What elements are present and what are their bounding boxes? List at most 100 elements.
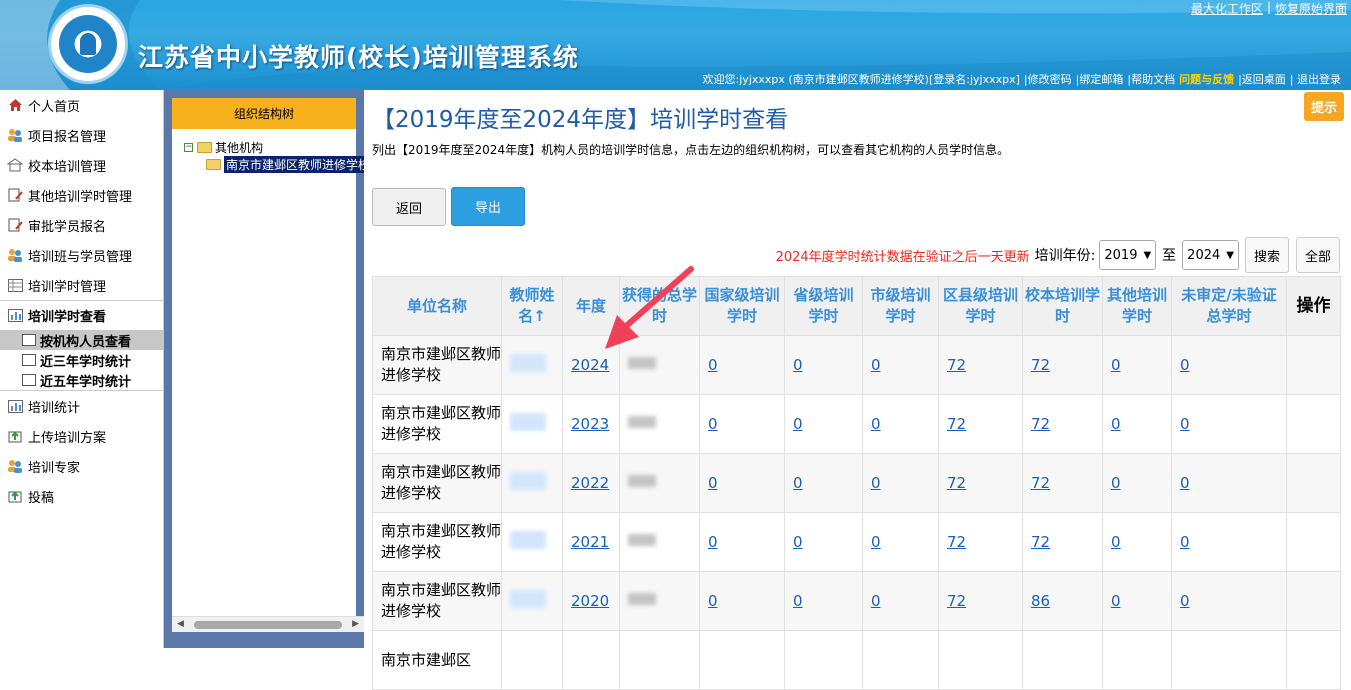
unverified-hours-link[interactable]: 0: [1180, 533, 1190, 551]
sidebar-item-submit[interactable]: 投稿: [0, 481, 163, 511]
other-hours-link[interactable]: 0: [1111, 474, 1121, 492]
sidebar-item-class-student[interactable]: 培训班与学员管理: [0, 240, 163, 270]
sidebar-item-home[interactable]: 个人首页: [0, 90, 163, 120]
sidebar-item-upload-plan[interactable]: 上传培训方案: [0, 421, 163, 451]
other-hours-link[interactable]: 0: [1111, 415, 1121, 433]
return-desktop-link[interactable]: |返回桌面: [1236, 71, 1288, 87]
district-hours-link[interactable]: 72: [947, 356, 966, 374]
chevron-down-icon: ▼: [1143, 249, 1152, 261]
redacted-name: [510, 590, 546, 608]
year-link[interactable]: 2022: [571, 474, 609, 492]
scrollbar-thumb[interactable]: [194, 621, 342, 629]
provincial-hours-link[interactable]: 0: [793, 533, 803, 551]
district-hours-link[interactable]: 72: [947, 415, 966, 433]
col-unverified[interactable]: 未审定/未验证总学时: [1171, 276, 1287, 336]
logout-link[interactable]: | 退出登录: [1288, 71, 1343, 87]
system-logo: [48, 4, 128, 84]
cell-teacher-name: [501, 394, 563, 454]
scroll-left-icon[interactable]: ◀: [177, 619, 184, 629]
school-hours-link[interactable]: 72: [1031, 356, 1050, 374]
users-icon: [7, 127, 23, 143]
search-button[interactable]: 搜索: [1244, 237, 1289, 273]
sidebar-item-approve-signup[interactable]: 审批学员报名: [0, 210, 163, 240]
sidebar-item-other-hours[interactable]: 其他培训学时管理: [0, 180, 163, 210]
unverified-hours-link[interactable]: 0: [1180, 592, 1190, 610]
back-button[interactable]: 返回: [372, 188, 446, 226]
provincial-hours-link[interactable]: 0: [793, 474, 803, 492]
provincial-hours-link[interactable]: 0: [793, 592, 803, 610]
sidebar-subitem-five-years[interactable]: 近五年学时统计: [0, 370, 163, 390]
change-password-link[interactable]: |修改密码: [1022, 71, 1074, 87]
national-hours-link[interactable]: 0: [708, 415, 718, 433]
sidebar-item-experts[interactable]: 培训专家: [0, 451, 163, 481]
national-hours-link[interactable]: 0: [708, 533, 718, 551]
col-provincial[interactable]: 省级培训学时: [784, 276, 863, 336]
col-city[interactable]: 市级培训学时: [862, 276, 939, 336]
cell-actions: [1286, 394, 1341, 454]
year-to-select[interactable]: 2024 ▼: [1182, 240, 1239, 270]
district-hours-link[interactable]: 72: [947, 474, 966, 492]
col-school[interactable]: 校本培训学时: [1022, 276, 1103, 336]
other-hours-link[interactable]: 0: [1111, 356, 1121, 374]
tree-horizontal-scrollbar[interactable]: ◀ ▶: [172, 616, 364, 632]
year-link[interactable]: 2023: [571, 415, 609, 433]
col-unit[interactable]: 单位名称: [372, 276, 502, 336]
city-hours-link[interactable]: 0: [871, 533, 881, 551]
other-hours-link[interactable]: 0: [1111, 533, 1121, 551]
national-hours-link[interactable]: 0: [708, 356, 718, 374]
maximize-workspace-link[interactable]: 最大化工作区: [1187, 0, 1267, 17]
sidebar-item-hours-management[interactable]: 培训学时管理: [0, 270, 163, 300]
school-hours-link[interactable]: 86: [1031, 592, 1050, 610]
sidebar-item-school-training[interactable]: 校本培训管理: [0, 150, 163, 180]
cell-school: 72: [1022, 453, 1103, 513]
upload-icon: [7, 488, 23, 504]
col-national[interactable]: 国家级培训学时: [699, 276, 785, 336]
school-hours-link[interactable]: 72: [1031, 415, 1050, 433]
city-hours-link[interactable]: 0: [871, 415, 881, 433]
sidebar-subitem-label: 近五年学时统计: [40, 374, 132, 390]
tree-node-root[interactable]: − 其他机构: [184, 139, 263, 156]
unverified-hours-link[interactable]: 0: [1180, 356, 1190, 374]
redacted-total: [628, 593, 656, 605]
national-hours-link[interactable]: 0: [708, 592, 718, 610]
year-link[interactable]: 2021: [571, 533, 609, 551]
city-hours-link[interactable]: 0: [871, 356, 881, 374]
all-button[interactable]: 全部: [1295, 237, 1340, 273]
district-hours-link[interactable]: 72: [947, 592, 966, 610]
school-hours-link[interactable]: 72: [1031, 474, 1050, 492]
school-hours-link[interactable]: 72: [1031, 533, 1050, 551]
col-teacher-name[interactable]: 教师姓名↑: [501, 276, 563, 336]
city-hours-link[interactable]: 0: [871, 474, 881, 492]
national-hours-link[interactable]: 0: [708, 474, 718, 492]
cell-city: 0: [862, 335, 939, 395]
col-district[interactable]: 区县级培训学时: [938, 276, 1023, 336]
sidebar-group-hours-view[interactable]: 培训学时查看: [0, 300, 163, 330]
other-hours-link[interactable]: 0: [1111, 592, 1121, 610]
sidebar-item-project-signup[interactable]: 项目报名管理: [0, 120, 163, 150]
users-icon: [7, 247, 23, 263]
cell-provincial: [784, 630, 863, 690]
sidebar-item-statistics[interactable]: 培训统计: [0, 391, 163, 421]
sidebar-subitem-three-years[interactable]: 近三年学时统计: [0, 350, 163, 370]
tree-node-school[interactable]: 南京市建邺区教师进修学校: [206, 156, 373, 173]
feedback-link[interactable]: 问题与反馈: [1177, 71, 1236, 87]
city-hours-link[interactable]: 0: [871, 592, 881, 610]
col-other[interactable]: 其他培训学时: [1102, 276, 1172, 336]
page-description: 列出【2019年度至2024年度】机构人员的培训学时信息，点击左边的组织机构树，…: [372, 143, 1010, 157]
export-button[interactable]: 导出: [451, 187, 525, 226]
year-from-select[interactable]: 2019 ▼: [1099, 240, 1157, 270]
unverified-hours-link[interactable]: 0: [1180, 474, 1190, 492]
bind-email-link[interactable]: |绑定邮箱: [1074, 71, 1126, 87]
district-hours-link[interactable]: 72: [947, 533, 966, 551]
collapse-icon[interactable]: −: [184, 143, 193, 152]
help-docs-link[interactable]: |帮助文档: [1125, 71, 1177, 87]
year-link[interactable]: 2020: [571, 592, 609, 610]
cell-actions: [1286, 571, 1341, 631]
scroll-right-icon[interactable]: ▶: [352, 619, 359, 629]
unverified-hours-link[interactable]: 0: [1180, 415, 1190, 433]
provincial-hours-link[interactable]: 0: [793, 415, 803, 433]
provincial-hours-link[interactable]: 0: [793, 356, 803, 374]
restore-layout-link[interactable]: 恢复原始界面: [1271, 0, 1351, 17]
hint-button[interactable]: 提示: [1304, 92, 1344, 121]
sidebar-subitem-by-staff[interactable]: 按机构人员查看: [0, 330, 163, 350]
